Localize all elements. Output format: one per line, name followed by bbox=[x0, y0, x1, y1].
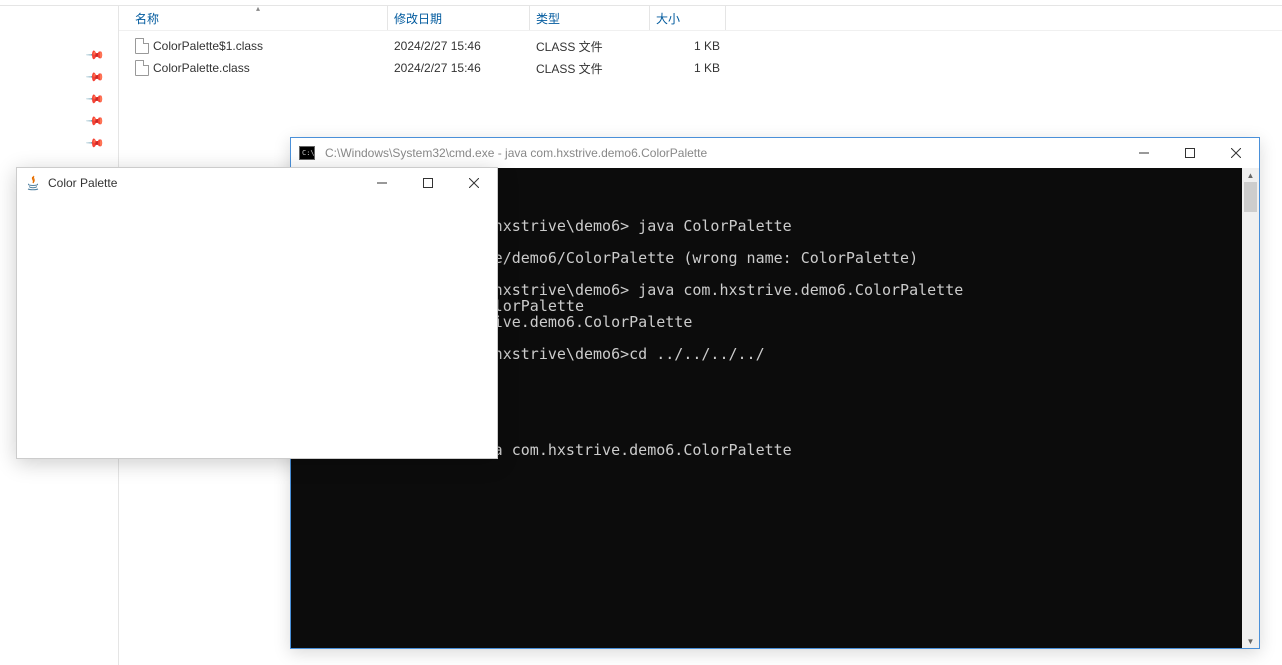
cmd-title: C:\Windows\System32\cmd.exe - java com.h… bbox=[325, 146, 1121, 160]
pin-icon: 📌 bbox=[85, 133, 105, 153]
pin-icon: 📌 bbox=[85, 89, 105, 109]
file-list: ColorPalette$1.class 2024/2/27 15:46 CLA… bbox=[119, 31, 1282, 79]
header-type-label: 类型 bbox=[536, 10, 560, 27]
pin-icon: 📌 bbox=[85, 67, 105, 87]
java-body[interactable] bbox=[17, 198, 497, 458]
scroll-down-icon[interactable]: ▼ bbox=[1242, 634, 1259, 648]
cmd-icon: C:\ bbox=[299, 146, 315, 160]
close-button[interactable] bbox=[1213, 138, 1259, 168]
minimize-icon bbox=[1139, 148, 1149, 158]
window-controls bbox=[359, 168, 497, 198]
java-titlebar[interactable]: Color Palette bbox=[17, 168, 497, 198]
cmd-titlebar[interactable]: C:\ C:\Windows\System32\cmd.exe - java c… bbox=[291, 138, 1259, 168]
close-icon bbox=[469, 178, 479, 188]
file-size: 1 KB bbox=[650, 61, 726, 75]
pin-icon: 📌 bbox=[85, 45, 105, 65]
java-icon bbox=[25, 175, 41, 191]
maximize-icon bbox=[423, 178, 433, 188]
minimize-button[interactable] bbox=[359, 168, 405, 198]
minimize-icon bbox=[377, 178, 387, 188]
cmd-scrollbar[interactable]: ▲ ▼ bbox=[1242, 168, 1259, 648]
file-name: ColorPalette$1.class bbox=[153, 39, 263, 53]
maximize-button[interactable] bbox=[405, 168, 451, 198]
file-name: ColorPalette.class bbox=[153, 61, 250, 75]
header-size-label: 大小 bbox=[656, 10, 680, 27]
column-header-date[interactable]: 修改日期 bbox=[388, 6, 530, 30]
scroll-up-icon[interactable]: ▲ bbox=[1242, 168, 1259, 182]
column-headers: 名称 ▴ 修改日期 类型 大小 bbox=[119, 6, 1282, 31]
file-icon bbox=[135, 38, 149, 54]
file-date: 2024/2/27 15:46 bbox=[388, 61, 530, 75]
close-button[interactable] bbox=[451, 168, 497, 198]
column-header-name[interactable]: 名称 ▴ bbox=[129, 6, 388, 30]
file-type: CLASS 文件 bbox=[530, 60, 650, 77]
minimize-button[interactable] bbox=[1121, 138, 1167, 168]
pin-icon: 📌 bbox=[85, 111, 105, 131]
maximize-icon bbox=[1185, 148, 1195, 158]
file-date: 2024/2/27 15:46 bbox=[388, 39, 530, 53]
column-header-type[interactable]: 类型 bbox=[530, 6, 650, 30]
file-icon bbox=[135, 60, 149, 76]
java-window: Color Palette bbox=[16, 167, 498, 459]
maximize-button[interactable] bbox=[1167, 138, 1213, 168]
file-type: CLASS 文件 bbox=[530, 38, 650, 55]
quick-access-pins: 📌 📌 📌 📌 📌 bbox=[88, 48, 103, 150]
file-row[interactable]: ColorPalette$1.class 2024/2/27 15:46 CLA… bbox=[119, 35, 1282, 57]
java-title: Color Palette bbox=[48, 176, 359, 190]
window-controls bbox=[1121, 138, 1259, 168]
sort-arrow-icon: ▴ bbox=[256, 4, 260, 13]
header-date-label: 修改日期 bbox=[394, 10, 442, 27]
column-header-size[interactable]: 大小 bbox=[650, 6, 726, 30]
file-row[interactable]: ColorPalette.class 2024/2/27 15:46 CLASS… bbox=[119, 57, 1282, 79]
scroll-thumb[interactable] bbox=[1244, 182, 1257, 212]
header-name-label: 名称 bbox=[135, 10, 159, 27]
close-icon bbox=[1231, 148, 1241, 158]
file-size: 1 KB bbox=[650, 39, 726, 53]
